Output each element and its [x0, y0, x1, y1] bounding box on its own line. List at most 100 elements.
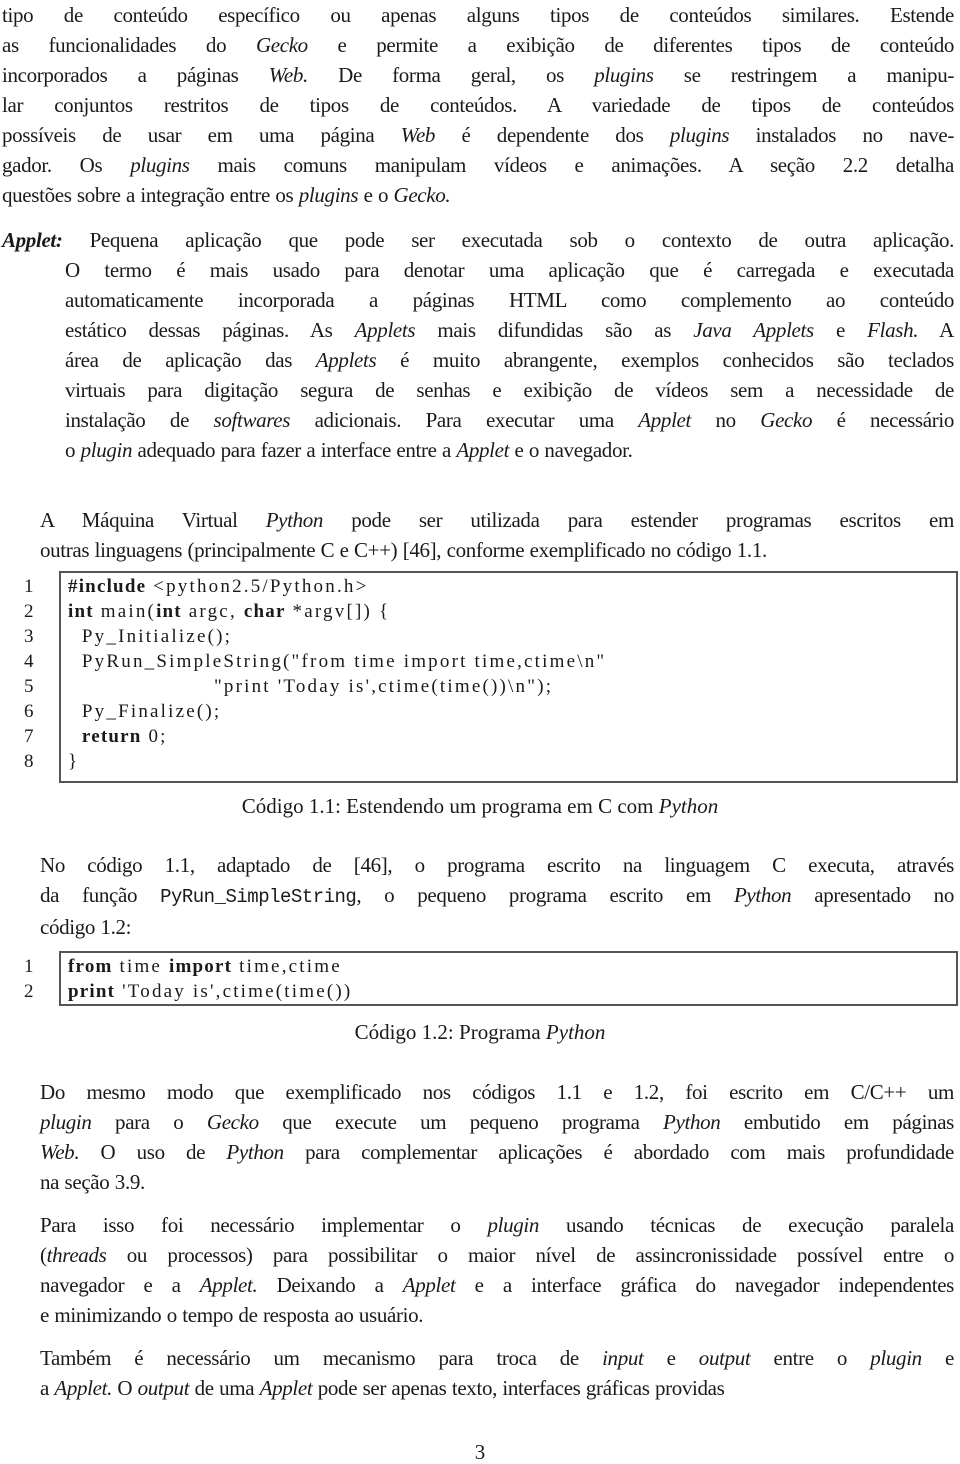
emphasis-text: plugins [298, 183, 359, 207]
code-line: 5 "print 'Today is',ctime(time())\n"); [0, 674, 960, 699]
line-number: 5 [24, 676, 34, 697]
text-line: A Máquina Virtual Python pode ser utiliz… [40, 508, 954, 532]
emphasis-text: Python [658, 794, 719, 818]
emphasis-text: Applet [456, 438, 510, 462]
emphasis-text: plugin [487, 1213, 540, 1237]
emphasis-text: plugin [870, 1346, 922, 1370]
text-line: estático dessas páginas. As Applets mais… [65, 318, 954, 342]
keyword-text: return [81, 726, 142, 747]
code-caption-1-2: Código 1.2: Programa Python [354, 1020, 606, 1044]
code-line: 3 Py_Initialize(); [0, 624, 960, 649]
code-line: 2 int main(int argc, char *argv[]) { [0, 599, 960, 624]
paragraph-plugins: tipo de conteúdo específico ou apenas al… [2, 0, 954, 210]
text-line: virtuais para digitação segura de senhas… [65, 378, 954, 402]
text-line: tipo de conteúdo específico ou apenas al… [2, 3, 954, 27]
emphasis-text: Gecko [255, 33, 308, 57]
code-text: "print 'Today is',ctime(time())\n"); [68, 676, 554, 697]
code-line: 6 Py_Finalize(); [0, 699, 960, 724]
text-line: na seção 3.9. [40, 1170, 145, 1194]
code-listing-1-2: 1 from time import time,ctime 2 print 'Toda… [0, 951, 960, 1006]
text-line: gador. Os plugins mais comuns manipulam … [2, 153, 954, 177]
emphasis-text: softwares [213, 408, 291, 432]
emphasis-text: Python [733, 883, 792, 907]
text-line: No código 1.1, adaptado de [46], o progr… [40, 853, 954, 877]
text-line: o plugin adequado para fazer a interface… [65, 438, 633, 462]
text-line: lar conjuntos restritos de tipos de cont… [2, 93, 954, 117]
definition-applet: Applet: Pequena aplicação que pode ser e… [2, 225, 954, 465]
emphasis-text: Python [265, 508, 324, 532]
emphasis-text: threads [46, 1243, 107, 1267]
paragraph-code-explanation: No código 1.1, adaptado de [46], o progr… [2, 850, 954, 942]
line-number: 7 [24, 726, 34, 747]
text-line: plugin para o Gecko que execute um peque… [40, 1110, 954, 1134]
emphasis-text: plugin [80, 438, 133, 462]
text-line: área de aplicação das Applets é muito ab… [65, 348, 955, 372]
keyword-text: print [68, 981, 116, 1002]
code-line: 8} [0, 749, 960, 774]
emphasis-text: Python [545, 1020, 606, 1044]
definition-term: Applet: [2, 228, 63, 252]
emphasis-text: Gecko [760, 408, 813, 432]
text-line: as funcionalidades do Gecko e permite a … [2, 33, 954, 57]
code-text: int main(int argc, char *argv[]) { [68, 601, 391, 622]
emphasis-text: Applets [354, 318, 416, 342]
code-text: from time import time,ctime [68, 956, 342, 977]
text-line: e minimizando o tempo de resposta ao usu… [40, 1303, 424, 1327]
keyword-text: char [243, 601, 286, 622]
emphasis-text: Applet. [199, 1273, 258, 1297]
paragraph-plugin-gecko: Do mesmo modo que exemplificado nos códi… [2, 1077, 954, 1197]
emphasis-text: Web. [268, 63, 309, 87]
emphasis-text: Applet. [54, 1376, 112, 1400]
text-line: Também é necessário um mecanismo para tr… [40, 1346, 954, 1370]
line-number: 6 [24, 701, 34, 722]
keyword-text: int [68, 601, 94, 622]
emphasis-text: Python [226, 1140, 284, 1164]
emphasis-text: output [698, 1346, 751, 1370]
paragraph-parallel: Para isso foi necessário implementar o p… [2, 1210, 954, 1330]
text-line: Para isso foi necessário implementar o p… [40, 1213, 954, 1237]
code-line: 4 PyRun_SimpleString("from time import t… [0, 649, 960, 674]
keyword-text: int [156, 601, 182, 622]
text-line: possíveis de usar em uma página Web é de… [2, 123, 955, 147]
keyword-text: import [169, 956, 233, 977]
text-line: Do mesmo modo que exemplificado nos códi… [40, 1080, 954, 1104]
text-line: da função PyRun_SimpleString, o pequeno … [40, 883, 954, 908]
emphasis-text: Applet [638, 408, 692, 432]
inline-code: PyRun_SimpleString [160, 886, 357, 908]
code-text: PyRun_SimpleString("from time import tim… [68, 651, 607, 672]
text-line: a Applet. O output de uma Applet pode se… [40, 1376, 725, 1400]
text-line: questões sobre a integração entre os plu… [2, 183, 451, 207]
text-line: navegador e a Applet. Deixando a Applet … [40, 1273, 955, 1297]
emphasis-text: Java Applets [693, 318, 814, 342]
emphasis-text: input [602, 1346, 644, 1370]
code-line: 1 from time import time,ctime [0, 954, 960, 979]
text-line: instalação de softwares adicionais. Para… [65, 408, 954, 432]
paragraph-io: Também é necessário um mecanismo para tr… [2, 1343, 954, 1403]
code-line: 2 print 'Today is',ctime(time()) [0, 979, 960, 1004]
code-line: 1 #include <python2.5/Python.h> [0, 574, 960, 599]
emphasis-text: plugins [594, 63, 654, 87]
keyword-text: #include [68, 576, 147, 597]
line-number: 3 [24, 626, 34, 647]
code-text: Py_Initialize(); [68, 626, 233, 647]
emphasis-text: Applets [315, 348, 377, 372]
emphasis-text: plugins [669, 123, 730, 147]
code-text: print 'Today is',ctime(time()) [68, 981, 353, 1002]
emphasis-text: Applet [259, 1376, 313, 1400]
text-line: automaticamente incorporada a páginas HT… [65, 288, 954, 312]
text-line: (threads ou processos) para possibilitar… [40, 1243, 954, 1267]
emphasis-text: Applet [402, 1273, 456, 1297]
page-number: 3 [474, 1440, 486, 1464]
text-line: O termo é mais usado para denotar uma ap… [65, 258, 954, 282]
line-number: 2 [24, 601, 34, 622]
code-text: #include <python2.5/Python.h> [68, 576, 369, 597]
line-number: 1 [24, 576, 34, 597]
code-text: return 0; [81, 726, 168, 747]
definition-body: O termo é mais usado para denotar uma ap… [2, 255, 954, 465]
emphasis-text: Gecko. [393, 183, 451, 207]
emphasis-text: Web [400, 123, 436, 147]
line-number: 4 [24, 651, 34, 672]
paragraph-python-vm: A Máquina Virtual Python pode ser utiliz… [2, 505, 954, 565]
code-text: Py_Finalize(); [68, 701, 222, 722]
text-line: Applet: Pequena aplicação que pode ser e… [2, 228, 954, 252]
